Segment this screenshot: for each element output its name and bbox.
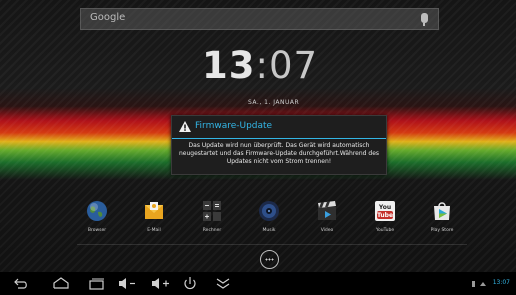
system-navigation-bar: 13:07 bbox=[0, 272, 516, 295]
power-icon[interactable] bbox=[181, 275, 199, 292]
calculator-icon bbox=[203, 201, 221, 221]
app-music[interactable]: Musik bbox=[250, 196, 288, 236]
dialog-message: Das Update wird nun überprüft. Das Gerät… bbox=[178, 142, 380, 165]
app-label: Musik bbox=[262, 228, 276, 233]
dialog-title: Firmware-Update bbox=[195, 121, 273, 131]
app-email[interactable]: E-Mail bbox=[135, 196, 173, 236]
app-dock: Browser E-Mail Rechner Musik Video You T… bbox=[78, 196, 468, 236]
all-apps-button[interactable] bbox=[260, 250, 279, 269]
app-browser[interactable]: Browser bbox=[78, 196, 116, 236]
menu-collapse-icon[interactable] bbox=[214, 275, 232, 292]
email-icon bbox=[145, 202, 163, 219]
app-label: Rechner bbox=[202, 228, 222, 233]
wifi-icon bbox=[480, 282, 486, 286]
app-label: Browser bbox=[87, 228, 107, 233]
microphone-icon[interactable] bbox=[421, 13, 428, 26]
app-label: Video bbox=[320, 228, 334, 233]
warning-icon bbox=[179, 121, 191, 132]
clock-separator: : bbox=[255, 44, 269, 87]
volume-up-icon[interactable] bbox=[150, 275, 172, 292]
app-label: E-Mail bbox=[147, 228, 161, 233]
dock-divider bbox=[77, 244, 467, 245]
search-label: Google bbox=[90, 12, 126, 23]
video-icon bbox=[318, 201, 336, 220]
app-youtube[interactable]: You Tube YouTube bbox=[366, 196, 404, 236]
date-label: SA., 1. JANUAR bbox=[248, 99, 300, 106]
youtube-icon: You Tube bbox=[375, 201, 395, 221]
clock-minutes: 07 bbox=[268, 44, 319, 87]
youtube-tube-text: Tube bbox=[377, 212, 393, 219]
youtube-you-text: You bbox=[378, 204, 391, 211]
back-icon[interactable] bbox=[12, 275, 30, 292]
app-play-store[interactable]: Play Store bbox=[423, 196, 461, 236]
google-search-bar[interactable]: Google bbox=[80, 8, 439, 30]
app-label: YouTube bbox=[375, 228, 395, 233]
app-label: Play Store bbox=[430, 228, 454, 233]
dialog-header: Firmware-Update bbox=[172, 116, 386, 139]
firmware-update-dialog: Firmware-Update Das Update wird nun über… bbox=[171, 115, 387, 175]
app-video[interactable]: Video bbox=[308, 196, 346, 236]
music-icon bbox=[259, 201, 279, 221]
status-icons bbox=[472, 281, 486, 287]
clock-widget[interactable]: 13:07 bbox=[202, 46, 332, 86]
home-icon[interactable] bbox=[52, 275, 70, 292]
status-time[interactable]: 13:07 bbox=[493, 279, 510, 286]
play-store-icon bbox=[434, 202, 450, 220]
app-calculator[interactable]: Rechner bbox=[193, 196, 231, 236]
volume-down-icon[interactable] bbox=[117, 275, 139, 292]
globe-icon bbox=[87, 201, 107, 221]
clock-hours: 13 bbox=[202, 44, 256, 87]
recent-apps-icon[interactable] bbox=[88, 275, 106, 292]
battery-icon bbox=[472, 281, 475, 287]
